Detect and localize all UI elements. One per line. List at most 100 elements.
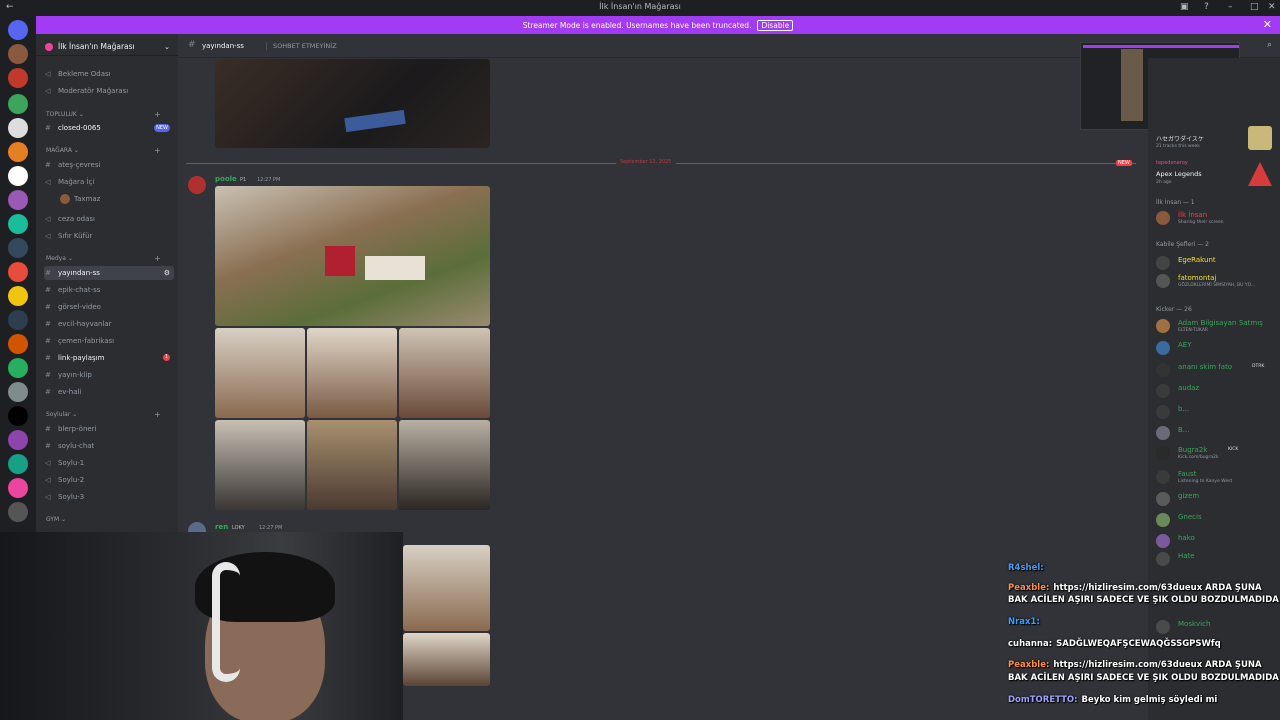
avatar	[1156, 470, 1170, 484]
inbox-icon[interactable]: ▣	[1180, 2, 1189, 12]
member-item[interactable]: Bugra2k KICK Kick.com/bugra2k	[1156, 443, 1280, 463]
voice-channel-soylu-2[interactable]: ◁ Soylu-2	[44, 473, 174, 487]
server-icon[interactable]	[8, 68, 28, 88]
member-item[interactable]: AEY	[1156, 338, 1280, 358]
disable-button[interactable]: Disable	[757, 20, 794, 31]
search-icon[interactable]: ⌕	[1267, 40, 1272, 50]
chat-text: Beyko kim gelmiş söyledi mi	[1081, 695, 1218, 705]
member-item[interactable]: ananı skim fato DTRK	[1156, 360, 1280, 380]
channel-link[interactable]: # link-paylaşım 1	[44, 351, 174, 365]
server-icon[interactable]	[8, 190, 28, 210]
channel-yayindan-ss[interactable]: # yayından-ss ⚙	[44, 266, 174, 280]
close-banner-icon[interactable]: ✕	[1263, 18, 1272, 31]
member-item[interactable]: Faust Listening to Kanye West	[1156, 467, 1280, 487]
channel-closed[interactable]: # closed-0065 NEW	[44, 121, 174, 135]
close-window-icon[interactable]: ✕	[1268, 2, 1276, 12]
server-icon[interactable]	[8, 502, 28, 522]
channel-title: yayından-ss	[202, 42, 244, 50]
server-icon[interactable]	[8, 142, 28, 162]
attachment-image[interactable]	[307, 420, 397, 510]
server-icon[interactable]	[8, 406, 28, 426]
server-icon[interactable]	[8, 286, 28, 306]
attachment-image[interactable]	[307, 328, 397, 418]
attachment-image[interactable]	[403, 545, 490, 631]
voice-channel-sifir[interactable]: ◁ Sıfır Küfür	[44, 229, 174, 243]
server-icon[interactable]	[8, 44, 28, 64]
member-item[interactable]: gizem	[1156, 489, 1280, 509]
server-icon[interactable]	[8, 94, 28, 114]
member-item[interactable]: Adam Bilgisayarı Satmış ELTEN-TUKAR	[1156, 316, 1280, 336]
attachment-image[interactable]	[215, 328, 305, 418]
channel-blerp[interactable]: # blerp-öneri	[44, 422, 174, 436]
server-icon[interactable]	[8, 238, 28, 258]
channel-yayin-klip[interactable]: # yayın-klip	[44, 368, 174, 382]
member-item[interactable]: audaz	[1156, 381, 1280, 401]
attachment-image[interactable]	[215, 420, 305, 510]
server-icon[interactable]	[8, 430, 28, 450]
voice-channel-soylu-3[interactable]: ◁ Soylu-3	[44, 490, 174, 504]
category-soylular[interactable]: Soylular ⌄ +	[46, 410, 161, 419]
message-author[interactable]: poole	[215, 175, 237, 183]
attachment-image[interactable]	[399, 420, 490, 510]
add-channel-icon[interactable]: +	[154, 410, 161, 419]
voice-channel-magara-ici[interactable]: ◁ Mağara İçi	[44, 175, 174, 189]
guild-header[interactable]: İlk İnsan'ın Mağarası ⌄	[36, 38, 178, 56]
category-gym[interactable]: GYM ⌄	[46, 516, 66, 523]
hash-icon: #	[45, 337, 51, 345]
channel-gorsel[interactable]: # görsel-video	[44, 300, 174, 314]
category-medya[interactable]: Medya ⌄ +	[46, 254, 161, 263]
member-group-header: Kabile Şefleri — 2	[1156, 241, 1209, 248]
server-icon[interactable]	[8, 334, 28, 354]
attachment-image[interactable]	[399, 328, 490, 418]
channel-label: Mağara İçi	[58, 178, 95, 186]
member-item[interactable]: B...	[1156, 423, 1280, 443]
voice-channel-moderator[interactable]: ◁ Moderatör Mağarası	[44, 84, 174, 98]
attachment-image[interactable]	[215, 59, 490, 148]
message-author[interactable]: ren	[215, 523, 228, 531]
server-icon[interactable]	[8, 454, 28, 474]
member-item[interactable]: İlk İnsan Sharing their screen	[1156, 208, 1280, 228]
server-icon[interactable]	[8, 214, 28, 234]
channel-cemen[interactable]: # çemen-fabrikası	[44, 334, 174, 348]
avatar[interactable]	[188, 176, 206, 194]
webcam-overlay	[0, 532, 403, 720]
channel-ates[interactable]: # ateş-çevresi	[44, 158, 174, 172]
add-channel-icon[interactable]: +	[154, 146, 161, 155]
minimize-icon[interactable]: –	[1228, 2, 1233, 12]
server-icon[interactable]	[8, 358, 28, 378]
member-item[interactable]: EgeRakunt	[1156, 253, 1280, 273]
channel-ev-hali[interactable]: # ev-hali	[44, 385, 174, 399]
server-icon[interactable]	[8, 166, 28, 186]
add-channel-icon[interactable]: +	[154, 254, 161, 263]
server-icon[interactable]	[8, 262, 28, 282]
member-item[interactable]: b...	[1156, 402, 1280, 422]
voice-channel-bekleme[interactable]: ◁ Bekleme Odası	[44, 67, 174, 81]
member-item[interactable]: hako	[1156, 531, 1280, 551]
member-group-header: Kicker — 26	[1156, 306, 1192, 313]
channel-label: ceza odası	[58, 215, 95, 223]
voice-channel-ceza[interactable]: ◁ ceza odası	[44, 212, 174, 226]
channel-epik[interactable]: # epik-chat-ss	[44, 283, 174, 297]
settings-gear-icon[interactable]: ⚙	[164, 266, 170, 280]
member-tag: KICK	[1228, 447, 1239, 452]
server-icon[interactable]	[8, 478, 28, 498]
channel-soylu-chat[interactable]: # soylu-chat	[44, 439, 174, 453]
server-icon[interactable]	[8, 382, 28, 402]
member-item[interactable]: Gnecis	[1156, 510, 1280, 530]
channel-sidebar: İlk İnsan'ın Mağarası ⌄ ◁ Bekleme Odası ◁…	[36, 34, 178, 534]
home-icon[interactable]	[8, 20, 28, 40]
server-icon[interactable]	[8, 118, 28, 138]
category-magara[interactable]: MAĞARA ⌄ +	[46, 146, 161, 155]
help-icon[interactable]: ?	[1204, 2, 1209, 12]
add-channel-icon[interactable]: +	[154, 110, 161, 119]
maximize-icon[interactable]: □	[1250, 2, 1259, 12]
server-icon[interactable]	[8, 310, 28, 330]
attachment-image[interactable]	[215, 186, 490, 326]
member-item[interactable]: fatomontaj GÖZLÜKLERİMİ SİMSİYAH, BU YÜ..…	[1156, 271, 1280, 291]
voice-channel-soylu-1[interactable]: ◁ Soylu-1	[44, 456, 174, 470]
voice-user[interactable]: Taxmaz	[44, 192, 174, 206]
channel-label: ateş-çevresi	[58, 161, 101, 169]
attachment-image[interactable]	[403, 633, 490, 686]
channel-evcil[interactable]: # evcil-hayvanlar	[44, 317, 174, 331]
category-topluluk[interactable]: TOPLULUK ⌄ +	[46, 110, 161, 119]
